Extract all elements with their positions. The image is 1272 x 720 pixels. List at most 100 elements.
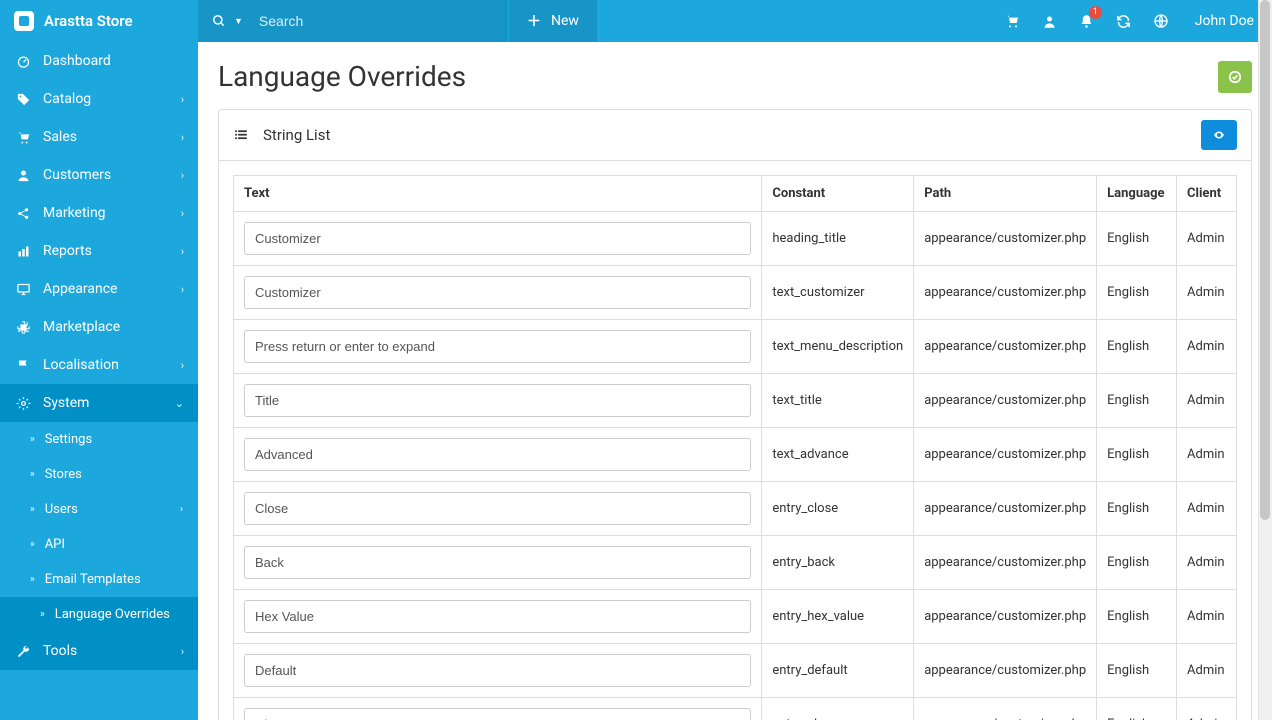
search-dropdown-caret-icon[interactable]: ▼ — [234, 16, 243, 27]
cell-path: appearance/customizer.php — [914, 428, 1097, 482]
table-row: entry_hex_value appearance/customizer.ph… — [234, 590, 1237, 644]
table-row: text_menu_description appearance/customi… — [234, 320, 1237, 374]
text-input[interactable] — [244, 600, 751, 633]
cell-constant: heading_title — [762, 212, 914, 266]
subitem-stores[interactable]: »Stores — [0, 457, 198, 492]
sidebar-item-label: Reports — [43, 243, 92, 259]
wrench-icon — [15, 644, 31, 659]
text-input[interactable] — [244, 276, 751, 309]
sidebar-item-label: System — [43, 395, 89, 411]
brand-name: Arastta Store — [44, 12, 133, 30]
subitem-language-overrides[interactable]: »Language Overrides — [0, 597, 198, 632]
username[interactable]: John Doe — [1195, 13, 1254, 29]
user-icon[interactable] — [1042, 14, 1057, 29]
sidebar-item-label: Appearance — [43, 281, 117, 297]
overrides-table: Text Constant Path Language Client headi… — [233, 175, 1237, 720]
page-title: Language Overrides — [218, 60, 466, 93]
sidebar-item-catalog[interactable]: Catalog› — [0, 80, 198, 118]
gear-icon — [15, 396, 31, 411]
page-header: Language Overrides — [218, 60, 1252, 93]
cell-client: Admin — [1177, 536, 1237, 590]
apply-button[interactable] — [1218, 61, 1252, 93]
content: Language Overrides String List — [198, 42, 1272, 720]
cell-language: English — [1097, 374, 1177, 428]
chevron-right-icon: › — [181, 245, 184, 258]
chevron-down-icon: ⌄ — [175, 397, 184, 410]
subitem-email-templates[interactable]: »Email Templates — [0, 562, 198, 597]
subitem-users[interactable]: »Users› — [0, 492, 198, 527]
sidebar-nav: DashboardCatalog›Sales›Customers›Marketi… — [0, 42, 198, 720]
subitem-label: Users — [45, 502, 78, 517]
cell-constant: text_menu_description — [762, 320, 914, 374]
panel-title: String List — [233, 126, 330, 144]
cell-constant: entry_default — [762, 644, 914, 698]
sidebar-item-customers[interactable]: Customers › — [0, 156, 198, 194]
sidebar-item-label: Marketing — [43, 205, 106, 221]
sidebar-item-appearance[interactable]: Appearance› — [0, 270, 198, 308]
chevron-right-icon: › — [181, 645, 184, 658]
cell-path: appearance/customizer.php — [914, 266, 1097, 320]
double-chevron-icon: » — [30, 504, 35, 515]
sidebar-item-reports[interactable]: Reports › — [0, 232, 198, 270]
table-row: entry_back appearance/customizer.php Eng… — [234, 536, 1237, 590]
chevron-right-icon: › — [181, 169, 184, 182]
brand[interactable]: Arastta Store — [0, 0, 198, 42]
refresh-icon[interactable] — [1116, 14, 1131, 29]
subitem-label: Email Templates — [45, 572, 141, 587]
cell-language: English — [1097, 428, 1177, 482]
cell-client: Admin — [1177, 266, 1237, 320]
sidebar-item-label: Tools — [43, 643, 77, 659]
search-icon[interactable] — [212, 14, 226, 28]
cell-constant: text_customizer — [762, 266, 914, 320]
sidebar-item-system[interactable]: System ⌄ — [0, 384, 198, 422]
text-input[interactable] — [244, 222, 751, 255]
globe-icon[interactable] — [1153, 13, 1169, 29]
cell-language: English — [1097, 590, 1177, 644]
sidebar-item-dashboard[interactable]: Dashboard — [0, 42, 198, 80]
double-chevron-icon: » — [30, 469, 35, 480]
th-path: Path — [914, 176, 1097, 212]
text-input[interactable] — [244, 546, 751, 579]
sidebar-item-localisation[interactable]: Localisation› — [0, 346, 198, 384]
text-input[interactable] — [244, 438, 751, 471]
text-input[interactable] — [244, 654, 751, 687]
sidebar-item-sales[interactable]: Sales› — [0, 118, 198, 156]
text-input[interactable] — [244, 492, 751, 525]
cell-constant: text_title — [762, 374, 914, 428]
cell-constant: entry_hex_value — [762, 590, 914, 644]
cart-icon[interactable] — [1004, 13, 1020, 29]
notifications-icon[interactable]: 1 — [1079, 14, 1094, 29]
subitem-label: Language Overrides — [55, 607, 170, 622]
cell-language: English — [1097, 212, 1177, 266]
search-group: ▼ — [198, 0, 508, 42]
sidebar-item-marketplace[interactable]: Marketplace — [0, 308, 198, 346]
chevron-right-icon: › — [181, 207, 184, 220]
table-row: entry_default appearance/customizer.php … — [234, 644, 1237, 698]
cell-client: Admin — [1177, 212, 1237, 266]
cell-constant: entry_back — [762, 536, 914, 590]
main: ▼ ＋ New 1 — [198, 0, 1272, 720]
table-row: text_title appearance/customizer.php Eng… — [234, 374, 1237, 428]
view-toggle-button[interactable] — [1201, 120, 1237, 150]
new-button[interactable]: ＋ New — [509, 0, 597, 42]
subitem-api[interactable]: »API — [0, 527, 198, 562]
user-icon — [15, 168, 31, 183]
text-input[interactable] — [244, 384, 751, 417]
sidebar-item-label: Dashboard — [43, 53, 111, 69]
subitem-settings[interactable]: »Settings — [0, 422, 198, 457]
list-icon — [233, 128, 249, 142]
text-input[interactable] — [244, 708, 751, 720]
th-client: Client — [1177, 176, 1237, 212]
text-input[interactable] — [244, 330, 751, 363]
table-row: heading_title appearance/customizer.php … — [234, 212, 1237, 266]
sidebar-item-label: Customers — [43, 167, 111, 183]
cell-path: appearance/customizer.php — [914, 590, 1097, 644]
table-row: text_advance appearance/customizer.php E… — [234, 428, 1237, 482]
sidebar-item-tools[interactable]: Tools › — [0, 632, 198, 670]
cell-client: Admin — [1177, 374, 1237, 428]
search-input[interactable] — [259, 13, 494, 29]
tags-icon — [15, 92, 31, 107]
share-icon — [15, 206, 31, 221]
th-language: Language — [1097, 176, 1177, 212]
sidebar-item-marketing[interactable]: Marketing › — [0, 194, 198, 232]
